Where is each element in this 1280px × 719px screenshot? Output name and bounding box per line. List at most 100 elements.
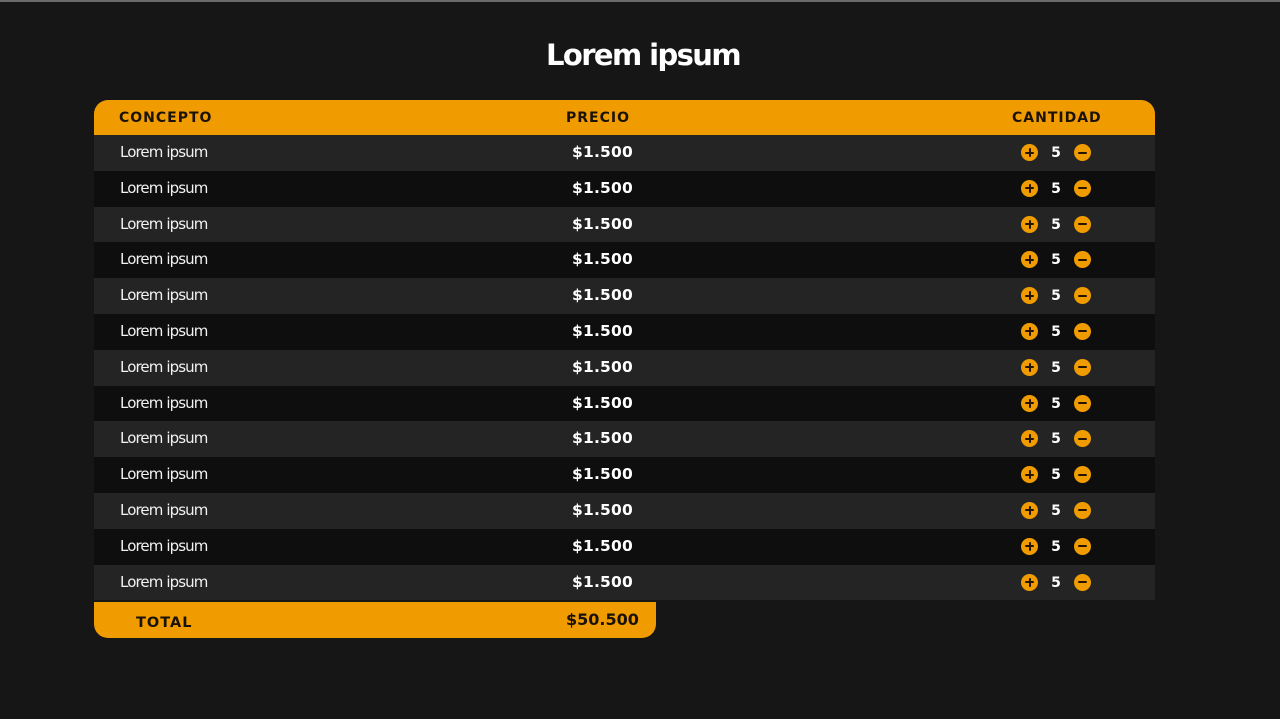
quantity-stepper: 5 (1021, 573, 1091, 592)
minus-circle-icon[interactable] (1074, 179, 1091, 197)
table-row: Lorem ipsum $1.500 5 (94, 313, 1155, 350)
quantity-stepper: 5 (1021, 287, 1091, 305)
column-header-concepto: CONCEPTO (119, 110, 213, 126)
quantity-stepper: 5 (1021, 179, 1091, 198)
concepto-cell: Lorem ipsum (120, 178, 208, 197)
quantity-value: 5 (1051, 180, 1061, 197)
precio-cell: $1.500 (572, 357, 634, 376)
minus-circle-icon[interactable] (1074, 466, 1091, 484)
concepto-cell: Lorem ipsum (120, 429, 208, 448)
precio-cell: $1.500 (572, 536, 634, 555)
concepto-cell: Lorem ipsum (120, 500, 208, 519)
table-header: CONCEPTO PRECIO CANTIDAD (94, 100, 1155, 135)
quantity-value: 5 (1051, 288, 1061, 305)
minus-circle-icon[interactable] (1074, 430, 1091, 448)
plus-circle-icon[interactable] (1021, 179, 1038, 197)
plus-circle-icon[interactable] (1021, 501, 1038, 519)
order-table: CONCEPTO PRECIO CANTIDAD Lorem ipsum $1.5… (94, 100, 1155, 601)
total-value: $50.500 (566, 610, 639, 629)
plus-circle-icon[interactable] (1021, 573, 1038, 591)
quantity-stepper: 5 (1021, 322, 1091, 341)
quantity-stepper: 5 (1021, 537, 1091, 556)
total-label: TOTAL (136, 615, 193, 631)
plus-circle-icon[interactable] (1021, 287, 1038, 305)
page-title: Lorem ipsum (546, 38, 742, 72)
minus-circle-icon[interactable] (1074, 358, 1091, 376)
precio-cell: $1.500 (572, 178, 634, 197)
plus-circle-icon[interactable] (1021, 430, 1038, 448)
quantity-stepper: 5 (1021, 144, 1091, 162)
top-divider (0, 0, 1280, 2)
quantity-value: 5 (1051, 323, 1061, 340)
concepto-cell: Lorem ipsum (120, 536, 208, 555)
plus-circle-icon[interactable] (1021, 466, 1038, 484)
minus-circle-icon[interactable] (1074, 287, 1091, 305)
precio-cell: $1.500 (572, 500, 634, 519)
quantity-value: 5 (1051, 252, 1061, 269)
quantity-value: 5 (1051, 216, 1061, 233)
quantity-value: 5 (1051, 574, 1061, 591)
precio-cell: $1.500 (572, 214, 634, 233)
quantity-value: 5 (1051, 145, 1061, 161)
minus-circle-icon[interactable] (1074, 144, 1091, 161)
quantity-value: 5 (1051, 467, 1061, 484)
quantity-value: 5 (1051, 395, 1061, 412)
quantity-value: 5 (1051, 502, 1061, 519)
concepto-cell: Lorem ipsum (120, 214, 208, 233)
plus-circle-icon[interactable] (1021, 537, 1038, 555)
plus-circle-icon[interactable] (1021, 144, 1038, 161)
plus-circle-icon[interactable] (1021, 251, 1038, 269)
concepto-cell: Lorem ipsum (120, 286, 208, 305)
concepto-cell: Lorem ipsum (120, 465, 208, 484)
concepto-cell: Lorem ipsum (120, 321, 208, 340)
quantity-stepper: 5 (1021, 394, 1091, 413)
table-row: Lorem ipsum $1.500 5 (94, 278, 1155, 314)
plus-circle-icon[interactable] (1021, 358, 1038, 376)
precio-cell: $1.500 (572, 393, 634, 412)
plus-circle-icon[interactable] (1021, 215, 1038, 233)
plus-circle-icon[interactable] (1021, 394, 1038, 412)
precio-cell: $1.500 (572, 429, 634, 448)
table-row: Lorem ipsum $1.500 5 (94, 457, 1155, 493)
minus-circle-icon[interactable] (1074, 501, 1091, 519)
table-row: Lorem ipsum $1.500 5 (94, 349, 1155, 386)
table-row: Lorem ipsum $1.500 5 (94, 528, 1155, 565)
concepto-cell: Lorem ipsum (120, 572, 208, 591)
minus-circle-icon[interactable] (1074, 573, 1091, 591)
table-row: Lorem ipsum $1.500 5 (94, 421, 1155, 458)
column-header-cantidad: CANTIDAD (1012, 110, 1102, 126)
quantity-value: 5 (1051, 359, 1061, 376)
total-bar: TOTAL $50.500 (94, 602, 656, 638)
precio-cell: $1.500 (572, 572, 634, 591)
table-row: Lorem ipsum $1.500 5 (94, 564, 1155, 601)
quantity-value: 5 (1051, 538, 1061, 555)
precio-cell: $1.500 (572, 321, 634, 340)
concepto-cell: Lorem ipsum (120, 250, 208, 269)
quantity-stepper: 5 (1021, 501, 1091, 520)
minus-circle-icon[interactable] (1074, 322, 1091, 340)
precio-cell: $1.500 (572, 143, 634, 161)
column-header-precio: PRECIO (566, 110, 630, 126)
minus-circle-icon[interactable] (1074, 251, 1091, 269)
table-row: Lorem ipsum $1.500 5 (94, 206, 1155, 243)
quantity-stepper: 5 (1021, 430, 1091, 448)
concepto-cell: Lorem ipsum (120, 357, 208, 376)
table-body: Lorem ipsum $1.500 5 Lorem ipsum $1.500 5 Lore… (94, 135, 1155, 601)
precio-cell: $1.500 (572, 465, 634, 484)
minus-circle-icon[interactable] (1074, 215, 1091, 233)
concepto-cell: Lorem ipsum (120, 393, 208, 412)
table-row: Lorem ipsum $1.500 5 (94, 135, 1155, 171)
minus-circle-icon[interactable] (1074, 394, 1091, 412)
table-row: Lorem ipsum $1.500 5 (94, 170, 1155, 207)
quantity-stepper: 5 (1021, 358, 1091, 377)
minus-circle-icon[interactable] (1074, 537, 1091, 555)
precio-cell: $1.500 (572, 250, 634, 269)
quantity-stepper: 5 (1021, 251, 1091, 269)
table-row: Lorem ipsum $1.500 5 (94, 492, 1155, 529)
quantity-stepper: 5 (1021, 215, 1091, 234)
precio-cell: $1.500 (572, 286, 634, 305)
plus-circle-icon[interactable] (1021, 322, 1038, 340)
concepto-cell: Lorem ipsum (120, 143, 208, 161)
quantity-stepper: 5 (1021, 466, 1091, 484)
table-row: Lorem ipsum $1.500 5 (94, 242, 1155, 279)
